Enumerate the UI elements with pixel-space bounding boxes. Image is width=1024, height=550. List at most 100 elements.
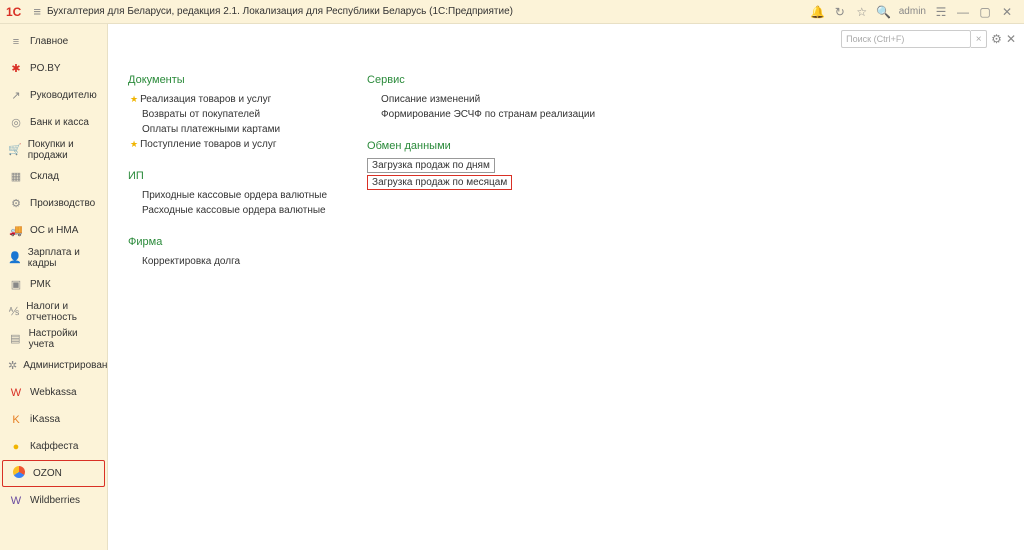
sidebar-icon — [11, 466, 27, 481]
close-icon[interactable]: ✕ — [998, 5, 1016, 19]
star-icon[interactable]: ☆ — [853, 5, 871, 19]
menu-icon[interactable]: ≡ — [33, 4, 41, 19]
sidebar-item-label: Wildberries — [30, 495, 80, 506]
search-input[interactable]: Поиск (Ctrl+F) — [841, 30, 971, 48]
sidebar-item-label: PO.BY — [30, 63, 61, 74]
menu-link-label: Приходные кассовые ордера валютные — [142, 190, 327, 201]
sidebar-icon: 👤 — [8, 251, 22, 264]
menu-link-label: Расходные кассовые ордера валютные — [142, 205, 326, 216]
menu-link-label: Описание изменений — [381, 94, 480, 105]
sidebar-item-4[interactable]: 🛒 Покупки и продажи — [0, 136, 107, 163]
bell-icon[interactable]: 🔔 — [809, 5, 827, 19]
content-columns: Документы ★Реализация товаров и услуг Воз… — [108, 24, 1024, 287]
sidebar-icon: ⅍ — [8, 306, 20, 318]
search-clear-button[interactable]: × — [971, 30, 987, 48]
menu-link[interactable]: Загрузка продаж по дням — [367, 158, 495, 173]
sidebar-item-17[interactable]: WWildberries — [0, 487, 107, 514]
sidebar-icon: ✲ — [8, 359, 17, 372]
filter-icon[interactable]: ☴ — [932, 5, 950, 19]
sidebar-item-label: iKassa — [30, 414, 60, 425]
sidebar-item-label: Налоги и отчетность — [26, 301, 99, 323]
app-logo: 1С — [6, 5, 21, 19]
sidebar-item-8[interactable]: 👤 Зарплата и кадры — [0, 244, 107, 271]
menu-link[interactable]: Загрузка продаж по месяцам — [367, 175, 512, 190]
sidebar-item-label: Покупки и продажи — [28, 139, 99, 161]
window-title: Бухгалтерия для Беларуси, редакция 2.1. … — [47, 6, 513, 17]
sidebar-item-label: Администрирование — [23, 360, 118, 371]
sidebar-item-label: OZON — [33, 468, 62, 479]
sidebar-icon: ◎ — [8, 116, 24, 129]
menu-link[interactable]: ★Поступление товаров и услуг — [128, 137, 327, 152]
panel-close-icon[interactable]: ✕ — [1006, 32, 1016, 46]
sidebar-item-9[interactable]: ▣ РМК — [0, 271, 107, 298]
titlebar: 1С ≡ Бухгалтерия для Беларуси, редакция … — [0, 0, 1024, 24]
username-label: admin — [899, 6, 926, 17]
sidebar-icon: ▦ — [8, 170, 24, 183]
content-toolbar: Поиск (Ctrl+F) × ⚙ ✕ — [841, 30, 1016, 48]
main-area: Поиск (Ctrl+F) × ⚙ ✕ Документы ★Реализац… — [108, 24, 1024, 550]
sidebar-item-5[interactable]: ▦ Склад — [0, 163, 107, 190]
sidebar-item-label: РМК — [30, 279, 51, 290]
sidebar-item-label: Производство — [30, 198, 95, 209]
sidebar-icon: ✱ — [8, 62, 24, 75]
sidebar: ≡ Главное ✱ PO.BY ↗Руководителю ◎ Банк и касса… — [0, 24, 108, 550]
minimize-icon[interactable]: — — [954, 5, 972, 19]
sidebar-item-label: Склад — [30, 171, 59, 182]
search-placeholder: Поиск (Ctrl+F) — [846, 34, 904, 44]
sidebar-item-10[interactable]: ⅍ Налоги и отчетность — [0, 298, 107, 325]
section-exchange[interactable]: Обмен данными — [367, 140, 595, 152]
star-icon: ★ — [130, 94, 138, 105]
sidebar-icon: ● — [8, 441, 24, 453]
search-icon[interactable]: 🔍 — [875, 5, 893, 19]
menu-link-label: Возвраты от покупателей — [142, 109, 260, 120]
sidebar-item-13[interactable]: W Webkassa — [0, 379, 107, 406]
sidebar-item-label: Настройки учета — [29, 328, 99, 350]
section-service[interactable]: Сервис — [367, 74, 595, 86]
settings-icon[interactable]: ⚙ — [991, 32, 1002, 46]
sidebar-icon: W — [8, 387, 24, 399]
sidebar-item-15[interactable]: ●Каффеста — [0, 433, 107, 460]
history-icon[interactable]: ↻ — [831, 5, 849, 19]
sidebar-item-12[interactable]: ✲Администрирование — [0, 352, 107, 379]
column-1: Документы ★Реализация товаров и услуг Воз… — [128, 74, 327, 287]
menu-link[interactable]: Приходные кассовые ордера валютные — [128, 188, 327, 203]
sidebar-item-0[interactable]: ≡ Главное — [0, 28, 107, 55]
sidebar-icon: ▣ — [8, 278, 24, 291]
menu-link[interactable]: Расходные кассовые ордера валютные — [128, 203, 327, 218]
menu-link-label: Корректировка долга — [142, 256, 240, 267]
sidebar-icon: 🛒 — [8, 143, 22, 156]
menu-link[interactable]: Описание изменений — [367, 92, 595, 107]
sidebar-item-2[interactable]: ↗Руководителю — [0, 82, 107, 109]
sidebar-icon: ⚙ — [8, 197, 24, 210]
menu-link-label: Формирование ЭСЧФ по странам реализации — [381, 109, 595, 120]
section-firma[interactable]: Фирма — [128, 236, 327, 248]
sidebar-item-16[interactable]: OZON — [2, 460, 105, 487]
menu-link[interactable]: Возвраты от покупателей — [128, 107, 327, 122]
sidebar-icon: ≡ — [8, 36, 24, 48]
sidebar-item-label: Банк и касса — [30, 117, 89, 128]
maximize-icon[interactable]: ▢ — [976, 5, 994, 19]
sidebar-item-label: Webkassa — [30, 387, 77, 398]
section-documents[interactable]: Документы — [128, 74, 327, 86]
menu-link-label: Загрузка продаж по дням — [372, 160, 490, 171]
sidebar-item-label: Зарплата и кадры — [28, 247, 99, 269]
sidebar-item-14[interactable]: KiKassa — [0, 406, 107, 433]
sidebar-icon: ▤ — [8, 332, 23, 345]
sidebar-item-6[interactable]: ⚙ Производство — [0, 190, 107, 217]
sidebar-item-label: Руководителю — [30, 90, 97, 101]
menu-link[interactable]: ★Реализация товаров и услуг — [128, 92, 327, 107]
menu-link-label: Поступление товаров и услуг — [140, 139, 276, 150]
sidebar-item-3[interactable]: ◎ Банк и касса — [0, 109, 107, 136]
menu-link-label: Загрузка продаж по месяцам — [372, 177, 507, 188]
sidebar-item-label: ОС и НМА — [30, 225, 78, 236]
sidebar-item-11[interactable]: ▤ Настройки учета — [0, 325, 107, 352]
sidebar-item-7[interactable]: 🚚ОС и НМА — [0, 217, 107, 244]
sidebar-item-1[interactable]: ✱ PO.BY — [0, 55, 107, 82]
section-ip[interactable]: ИП — [128, 170, 327, 182]
sidebar-icon: K — [8, 414, 24, 426]
menu-link-label: Оплаты платежными картами — [142, 124, 280, 135]
menu-link[interactable]: Корректировка долга — [128, 254, 327, 269]
menu-link[interactable]: Формирование ЭСЧФ по странам реализации — [367, 107, 595, 122]
menu-link[interactable]: Оплаты платежными картами — [128, 122, 327, 137]
sidebar-item-label: Главное — [30, 36, 68, 47]
